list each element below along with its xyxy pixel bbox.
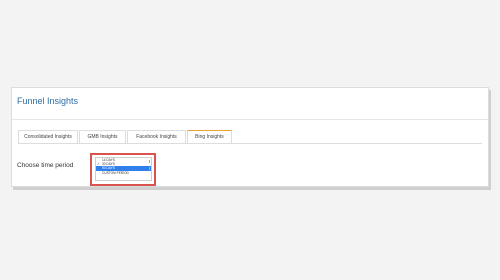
tab-facebook-insights[interactable]: Facebook Insights bbox=[127, 130, 186, 143]
panel-header: Funnel Insights bbox=[12, 88, 488, 120]
option-custom-period[interactable]: CUSTOM PERIOD bbox=[96, 171, 151, 175]
funnel-insights-panel: Funnel Insights Consolidated Insights GM… bbox=[11, 87, 489, 187]
scroll-down-indicator[interactable] bbox=[149, 167, 150, 170]
tab-gmb-insights[interactable]: GMB Insights bbox=[79, 130, 126, 143]
tab-bing-insights[interactable]: Bing Insights bbox=[187, 130, 232, 143]
time-period-select-highlight: 14 DAYS ✓ 30 DAYS 90 DAYS CUSTOM PERIOD bbox=[90, 153, 156, 186]
option-label: CUSTOM PERIOD bbox=[102, 170, 129, 175]
time-period-label: Choose time period bbox=[17, 162, 74, 169]
scroll-up-indicator[interactable] bbox=[149, 160, 150, 163]
insights-tabs: Consolidated Insights GMB Insights Faceb… bbox=[18, 130, 482, 144]
page-title: Funnel Insights bbox=[17, 96, 79, 106]
tab-consolidated-insights[interactable]: Consolidated Insights bbox=[18, 130, 78, 143]
time-period-select[interactable]: 14 DAYS ✓ 30 DAYS 90 DAYS CUSTOM PERIOD bbox=[95, 157, 152, 181]
